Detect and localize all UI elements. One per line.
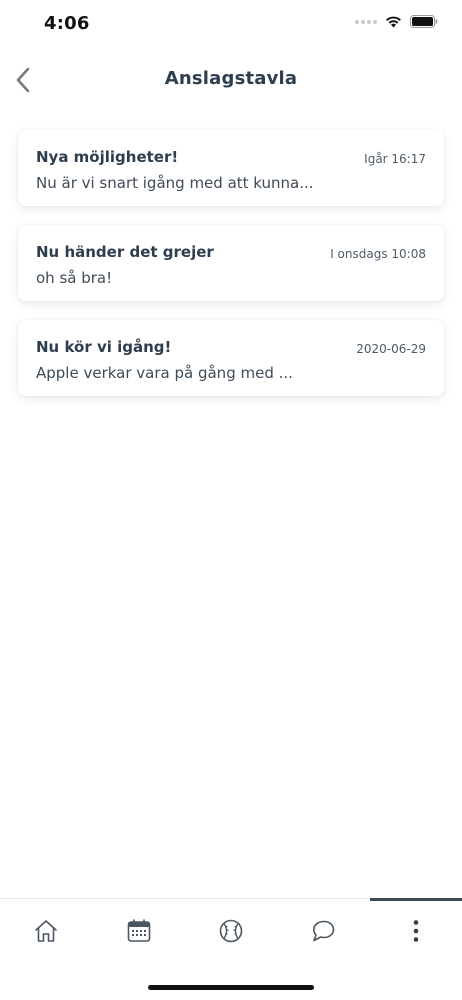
- notice-card[interactable]: Nu kör vi igång! 2020-06-29 Apple verkar…: [18, 320, 444, 396]
- notice-preview: Nu är vi snart igång med att kunna...: [36, 174, 314, 192]
- notice-date: I onsdags 10:08: [330, 247, 426, 261]
- status-icons: [355, 15, 438, 28]
- status-time: 4:06: [44, 13, 90, 34]
- notice-date: 2020-06-29: [356, 342, 426, 356]
- tab-bar: [0, 898, 462, 966]
- notice-title: Nu kör vi igång!: [36, 338, 172, 356]
- notice-preview: oh så bra!: [36, 269, 113, 287]
- cellular-signal-icon: [355, 19, 377, 24]
- calendar-icon: [127, 919, 150, 942]
- notice-card[interactable]: Nya möjligheter! Igår 16:17 Nu är vi sna…: [18, 130, 444, 206]
- notice-list: Nya möjligheter! Igår 16:17 Nu är vi sna…: [18, 130, 444, 415]
- chat-icon: [313, 920, 335, 942]
- tab-home[interactable]: [0, 899, 92, 963]
- notice-title: Nya möjligheter!: [36, 148, 179, 166]
- home-icon: [35, 920, 58, 942]
- wifi-icon: [386, 16, 401, 28]
- battery-icon: [410, 15, 438, 28]
- tab-games[interactable]: [185, 899, 277, 963]
- tab-more[interactable]: [369, 898, 462, 963]
- tab-calendar[interactable]: [92, 899, 184, 963]
- header: Anslagstavla: [0, 58, 462, 104]
- notice-card[interactable]: Nu händer det grejer I onsdags 10:08 oh …: [18, 225, 444, 301]
- ball-icon: [219, 919, 243, 943]
- notice-title: Nu händer det grejer: [36, 243, 214, 261]
- page-title: Anslagstavla: [164, 68, 298, 89]
- more-vertical-icon: [413, 920, 419, 942]
- home-indicator: [148, 985, 314, 990]
- tab-chat[interactable]: [277, 899, 369, 963]
- notice-date: Igår 16:17: [364, 152, 426, 166]
- screen: 4:06 Anslagstavla Nya möjligheter! Igår …: [0, 0, 462, 1000]
- status-bar: 4:06: [0, 0, 462, 50]
- notice-preview: Apple verkar vara på gång med ...: [36, 364, 293, 382]
